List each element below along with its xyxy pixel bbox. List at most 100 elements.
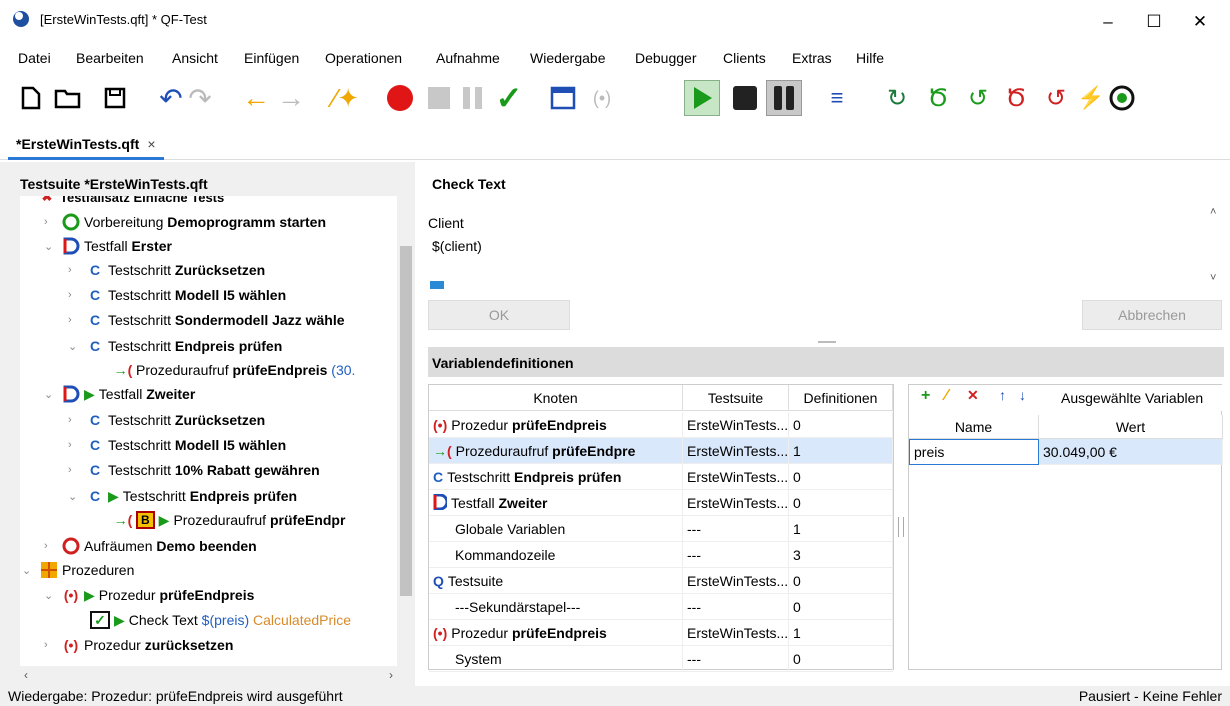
play-icon[interactable] — [684, 80, 720, 116]
tab-close-icon[interactable]: × — [147, 136, 155, 152]
chevron-right-icon[interactable]: › — [68, 464, 82, 476]
menu-debugger[interactable]: Debugger — [635, 50, 697, 66]
delete-icon[interactable]: ✕ — [967, 387, 979, 404]
wand-icon[interactable]: ⁄✦ — [330, 80, 362, 116]
table-row[interactable]: (•) Prozedur prüfeEndpreis ErsteWinTests..… — [429, 412, 893, 438]
scroll-up-icon[interactable]: ˄ — [1210, 206, 1216, 218]
table-row[interactable]: System --- 0 — [429, 646, 893, 672]
tree-node-testfallsatz[interactable]: ✖ Testfallsatz Einfache Tests — [38, 196, 225, 204]
column-header-definitionen[interactable]: Definitionen — [789, 385, 893, 411]
forward-icon[interactable]: → — [275, 80, 307, 116]
tree-node-prozeduraufruf[interactable]: →(B ▶ Prozeduraufruf prüfeEndpr — [114, 508, 345, 532]
cancel-button[interactable]: Abbrechen — [1082, 300, 1222, 330]
stop-icon[interactable] — [728, 80, 762, 116]
move-down-icon[interactable]: ↓ — [1019, 387, 1026, 403]
skip-out-icon[interactable]: ↺ — [1040, 80, 1072, 116]
tree-node-testschritt[interactable]: › C Testschritt Zurücksetzen — [68, 408, 265, 432]
menu-hilfe[interactable]: Hilfe — [856, 50, 884, 66]
tree-node-testschritt[interactable]: ⌄ C Testschritt Endpreis prüfen — [68, 334, 282, 358]
tree-node-testschritt[interactable]: › C Testschritt Sondermodell Jazz wähle — [68, 308, 345, 332]
tree-node-testschritt[interactable]: › C Testschritt Modell I5 wählen — [68, 433, 286, 457]
table-row[interactable]: Globale Variablen --- 1 — [429, 516, 893, 542]
tree-node-vorbereitung[interactable]: › Vorbereitung Demoprogramm starten — [44, 210, 326, 234]
table-row[interactable]: C Testschritt Endpreis prüfen ErsteWinTest… — [429, 464, 893, 490]
menu-ansicht[interactable]: Ansicht — [172, 50, 218, 66]
chevron-down-icon[interactable]: ⌄ — [44, 589, 58, 602]
list-check-icon[interactable]: ≡ — [822, 80, 852, 116]
move-up-icon[interactable]: ↑ — [999, 387, 1006, 403]
tree-scroll-thumb[interactable] — [400, 246, 412, 596]
stop-record-icon[interactable] — [424, 80, 454, 116]
redo-icon[interactable]: ↷ — [186, 80, 214, 116]
checkbox-icon[interactable] — [430, 281, 444, 289]
tree-node-testschritt[interactable]: › C Testschritt Zurücksetzen — [68, 258, 265, 282]
column-header-wert[interactable]: Wert — [1039, 415, 1223, 439]
tree-node-aufraeumen[interactable]: › Aufräumen Demo beenden — [44, 534, 257, 558]
component-icon[interactable]: (•) — [586, 80, 618, 116]
table-row[interactable]: Q Testsuite ErsteWinTests.... 0 — [429, 568, 893, 594]
add-icon[interactable]: + — [921, 387, 930, 405]
scroll-left-icon[interactable]: ‹ — [24, 668, 28, 682]
open-folder-icon[interactable] — [52, 80, 84, 116]
tree-node-check-text[interactable]: ✓ ▶ Check Text $(preis) CalculatedPrice — [90, 608, 352, 632]
table-row[interactable]: ---Sekundärstapel--- --- 0 — [429, 594, 893, 620]
menu-wiedergabe[interactable]: Wiedergabe — [530, 50, 606, 66]
tree-node-testfall-zweiter[interactable]: ⌄ ▶ Testfall Zweiter — [44, 382, 195, 406]
split-handle[interactable] — [818, 341, 836, 343]
chevron-right-icon[interactable]: › — [68, 289, 82, 301]
chevron-down-icon[interactable]: ⌄ — [44, 388, 58, 401]
menu-datei[interactable]: Datei — [18, 50, 51, 66]
scroll-down-icon[interactable]: ˅ — [1210, 272, 1216, 284]
tree-horizontal-scrollbar[interactable]: ‹ › — [20, 666, 397, 686]
detail-scrollbar[interactable]: ˄ ˅ — [1208, 206, 1222, 286]
column-header-testsuite[interactable]: Testsuite — [683, 385, 789, 411]
chevron-down-icon[interactable]: ⌄ — [68, 490, 82, 503]
new-file-icon[interactable] — [18, 80, 44, 116]
chevron-down-icon[interactable]: ⌄ — [44, 240, 58, 253]
window-icon[interactable] — [548, 80, 578, 116]
step-out-icon[interactable]: ↺ — [962, 80, 994, 116]
tree-node-prozedur[interactable]: › (•) Prozedur zurücksetzen — [44, 633, 233, 657]
scroll-right-icon[interactable]: › — [389, 668, 393, 682]
cell-name[interactable]: preis — [909, 439, 1039, 465]
menu-clients[interactable]: Clients — [723, 50, 766, 66]
column-header-name[interactable]: Name — [909, 415, 1039, 439]
chevron-right-icon[interactable]: › — [68, 439, 82, 451]
pause-record-icon[interactable] — [458, 80, 488, 116]
undo-icon[interactable]: ↶ — [157, 80, 185, 116]
table-row-selected[interactable]: preis 30.049,00 € — [909, 439, 1223, 465]
table-row-selected[interactable]: →(Prozeduraufruf prüfeEndpre ErsteWinTest… — [429, 438, 893, 464]
edit-icon[interactable]: ⁄ — [945, 387, 948, 405]
breakpoint-icon[interactable] — [1106, 80, 1138, 116]
back-icon[interactable]: ← — [240, 80, 272, 116]
tree-node-prozeduraufruf[interactable]: →(Prozeduraufruf prüfeEndpreis (30. — [114, 358, 356, 382]
tree-node-testschritt[interactable]: › C Testschritt Modell I5 wählen — [68, 283, 286, 307]
chevron-down-icon[interactable]: ⌄ — [22, 564, 36, 577]
maximize-button[interactable]: ☐ — [1131, 0, 1177, 44]
menu-extras[interactable]: Extras — [792, 50, 832, 66]
chevron-right-icon[interactable]: › — [68, 314, 82, 326]
chevron-right-icon[interactable]: › — [44, 216, 58, 228]
tree-node-testfall-erster[interactable]: ⌄ Testfall Erster — [44, 234, 172, 258]
variables-table[interactable]: Knoten Testsuite Definitionen (•) Prozedu… — [428, 384, 894, 672]
close-button[interactable]: ✕ — [1177, 0, 1223, 44]
minimize-button[interactable]: – — [1085, 0, 1131, 44]
tree-node-prozedur[interactable]: ⌄ (•) ▶ Prozedur prüfeEndpreis — [44, 583, 254, 607]
skip-over-icon[interactable]: Ծ — [1000, 80, 1032, 116]
client-field[interactable] — [428, 232, 1202, 260]
test-tree[interactable]: ✖ Testfallsatz Einfache Tests › Vorbereitu… — [20, 196, 397, 666]
chevron-right-icon[interactable]: › — [68, 414, 82, 426]
chevron-right-icon[interactable]: › — [44, 639, 58, 651]
chevron-right-icon[interactable]: › — [68, 264, 82, 276]
pause-icon[interactable] — [766, 80, 802, 116]
check-icon[interactable]: ✓ — [492, 80, 526, 116]
save-icon[interactable] — [102, 80, 128, 116]
selected-variables-table[interactable]: Name Wert preis 30.049,00 € — [909, 415, 1223, 671]
chevron-down-icon[interactable]: ⌄ — [68, 340, 82, 353]
menu-einfuegen[interactable]: Einfügen — [244, 50, 299, 66]
tree-node-testschritt[interactable]: › C Testschritt 10% Rabatt gewähren — [68, 458, 320, 482]
tab-erstewintests[interactable]: *ErsteWinTests.qft × — [8, 130, 164, 160]
lightning-icon[interactable]: ⚡ — [1077, 80, 1104, 116]
menu-aufnahme[interactable]: Aufnahme — [436, 50, 500, 66]
ok-button[interactable]: OK — [428, 300, 570, 330]
